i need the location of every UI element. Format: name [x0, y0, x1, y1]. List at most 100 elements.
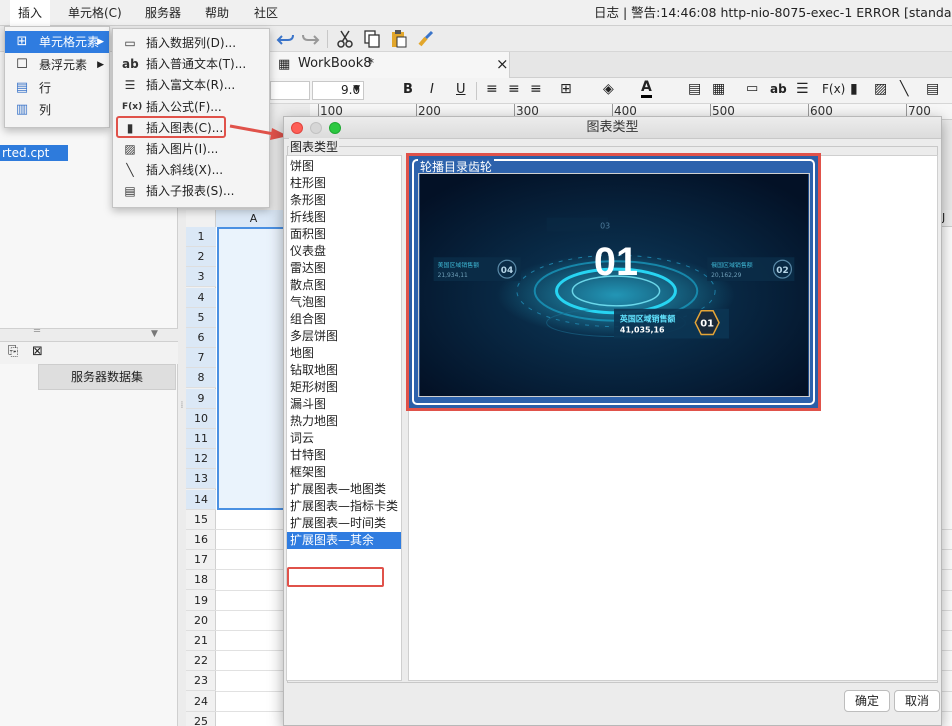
chart-type-item[interactable]: 扩展图表—时间类 — [287, 515, 401, 532]
row-header-25[interactable]: 25 — [186, 712, 216, 726]
row-header-16[interactable]: 16 — [186, 530, 216, 550]
chart-type-item[interactable]: 甘特图 — [287, 447, 401, 464]
align-center-icon[interactable]: ≡ — [508, 81, 520, 97]
column-header-a[interactable]: A — [216, 210, 292, 227]
row-header-17[interactable]: 17 — [186, 550, 216, 571]
chart-type-item[interactable]: 地图 — [287, 345, 401, 362]
row-header-14[interactable]: 14 — [186, 489, 216, 510]
chart-type-item[interactable]: 仪表盘 — [287, 243, 401, 260]
chart-type-item[interactable]: 钻取地图 — [287, 362, 401, 379]
rich-text-icon[interactable]: ☰ — [796, 81, 809, 97]
undo-icon[interactable] — [276, 30, 296, 48]
align-left-icon[interactable]: ≡ — [486, 81, 498, 97]
menu-item-slash[interactable]: ╲ 插入斜线(X)... — [113, 160, 269, 181]
row-header-7[interactable]: 7 — [186, 348, 216, 369]
menu-item-float-element[interactable]: ☐ 悬浮元素 ▶ — [5, 54, 109, 76]
menu-item-image[interactable]: ▨ 插入图片(I)... — [113, 139, 269, 160]
row-header-5[interactable]: 5 — [186, 307, 216, 328]
chart-type-item[interactable]: 扩展图表—其余 — [287, 532, 401, 549]
border-icon[interactable]: ⊞ — [560, 81, 572, 97]
chart-type-item[interactable]: 词云 — [287, 430, 401, 447]
row-header-4[interactable]: 4 — [186, 287, 216, 308]
menu-item-rich-text[interactable]: ☰ 插入富文本(R)... — [113, 75, 269, 96]
menu-item-column[interactable]: ▥ 列 — [5, 99, 109, 121]
menu-cell[interactable]: 单元格(C) — [60, 0, 130, 26]
row-header-11[interactable]: 11 — [186, 429, 216, 449]
chart-type-item[interactable]: 面积图 — [287, 226, 401, 243]
menu-item-cell-element[interactable]: ⊞ 单元格元素 ▶ — [5, 31, 109, 53]
font-size-select[interactable]: 9.0 ▼ — [312, 81, 364, 100]
row-header-21[interactable]: 21 — [186, 631, 216, 651]
row-header-18[interactable]: 18 — [186, 570, 216, 591]
panel-splitter[interactable]: ═ ▼ — [0, 326, 178, 342]
panel-resize-handle[interactable]: ⁞ — [178, 400, 186, 430]
chart-type-item[interactable]: 漏斗图 — [287, 396, 401, 413]
cancel-button[interactable]: 取消 — [894, 690, 940, 712]
chart-type-item[interactable]: 气泡图 — [287, 294, 401, 311]
ok-button[interactable]: 确定 — [844, 690, 890, 712]
cut-icon[interactable] — [335, 29, 355, 49]
row-header-20[interactable]: 20 — [186, 611, 216, 631]
chart-icon[interactable]: ▮ — [850, 81, 858, 97]
chart-type-item[interactable]: 组合图 — [287, 311, 401, 328]
menu-help[interactable]: 帮助 — [197, 0, 237, 26]
chart-type-list[interactable]: 扩展图表—其余 扩展图表—时间类 扩展图表—指标卡类 扩展图表—地图类 框架图 甘特图 词云… — [286, 155, 402, 681]
chart-type-item[interactable]: 饼图 — [287, 158, 401, 175]
row-header-19[interactable]: 19 — [186, 591, 216, 611]
row-header-1[interactable]: 1 — [186, 227, 216, 247]
chart-type-item[interactable]: 矩形树图 — [287, 379, 401, 396]
row-header-3[interactable]: 3 — [186, 267, 216, 288]
fill-color-icon[interactable]: ◈ — [603, 81, 614, 97]
menu-item-row[interactable]: ▤ 行 — [5, 77, 109, 99]
underline-button[interactable]: U — [456, 82, 466, 97]
row-header-6[interactable]: 6 — [186, 328, 216, 348]
row-header-22[interactable]: 22 — [186, 651, 216, 672]
bold-button[interactable]: B — [403, 82, 413, 97]
edit-dataset-icon[interactable]: ⊠ — [32, 344, 43, 359]
row-header-12[interactable]: 12 — [186, 449, 216, 470]
tab-server-dataset[interactable]: 服务器数据集 — [38, 364, 176, 390]
menu-item-data-column[interactable]: ▭ 插入数据列(D)... — [113, 33, 269, 54]
chart-type-item[interactable]: 扩展图表—指标卡类 — [287, 498, 401, 515]
merge-cells-icon[interactable]: ▤ — [688, 81, 701, 97]
chevron-down-icon[interactable]: ▼ — [151, 329, 158, 339]
align-right-icon[interactable]: ≡ — [530, 81, 542, 97]
menu-item-subreport[interactable]: ▤ 插入子报表(S)... — [113, 181, 269, 202]
chart-type-item[interactable]: 多层饼图 — [287, 328, 401, 345]
row-header-23[interactable]: 23 — [186, 671, 216, 692]
menu-item-formula[interactable]: F(x) 插入公式(F)... — [113, 97, 269, 118]
dialog-titlebar[interactable]: 图表类型 — [284, 117, 941, 139]
data-column-icon[interactable]: ▭ — [746, 81, 758, 96]
chart-type-item[interactable]: 折线图 — [287, 209, 401, 226]
font-color-button[interactable]: A — [641, 80, 652, 98]
formula-icon[interactable]: F(x) — [822, 82, 845, 96]
font-family-select[interactable] — [270, 81, 310, 100]
menu-insert[interactable]: 插入 — [10, 0, 51, 26]
row-header-13[interactable]: 13 — [186, 469, 216, 490]
tab-workbook[interactable]: ▦ WorkBook8 * × — [270, 52, 510, 78]
format-painter-icon[interactable] — [416, 29, 436, 49]
preview-thumbnail-card[interactable]: 轮播目录齿轮 01 03 美国区域销售额 21,934,11 04 俄国区域销售… — [406, 153, 821, 411]
chart-type-item[interactable]: 散点图 — [287, 277, 401, 294]
chart-type-item[interactable]: 雷达图 — [287, 260, 401, 277]
log-status-text[interactable]: 日志 | 警告:14:46:08 http-nio-8075-exec-1 ER… — [594, 0, 952, 26]
preview-dataset-icon[interactable]: ⎘ — [8, 344, 18, 359]
row-header-24[interactable]: 24 — [186, 692, 216, 712]
image-icon[interactable]: ▨ — [874, 81, 887, 97]
menu-server[interactable]: 服务器 — [137, 0, 189, 26]
copy-icon[interactable] — [362, 29, 382, 49]
italic-button[interactable]: I — [430, 82, 434, 97]
subreport-icon[interactable]: ▤ — [926, 81, 939, 97]
menu-item-text[interactable]: ab 插入普通文本(T)... — [113, 54, 269, 75]
row-header-9[interactable]: 9 — [186, 388, 216, 409]
paste-icon[interactable] — [389, 29, 409, 49]
chart-type-item[interactable]: 热力地图 — [287, 413, 401, 430]
slash-icon[interactable]: ╲ — [900, 81, 908, 97]
selected-cell-range[interactable] — [217, 227, 293, 510]
menu-community[interactable]: 社区 — [246, 0, 286, 26]
redo-icon[interactable] — [300, 30, 320, 48]
row-header-15[interactable]: 15 — [186, 510, 216, 530]
chart-type-item[interactable]: 条形图 — [287, 192, 401, 209]
column-header-j[interactable]: J — [942, 211, 945, 224]
row-header-10[interactable]: 10 — [186, 408, 216, 429]
